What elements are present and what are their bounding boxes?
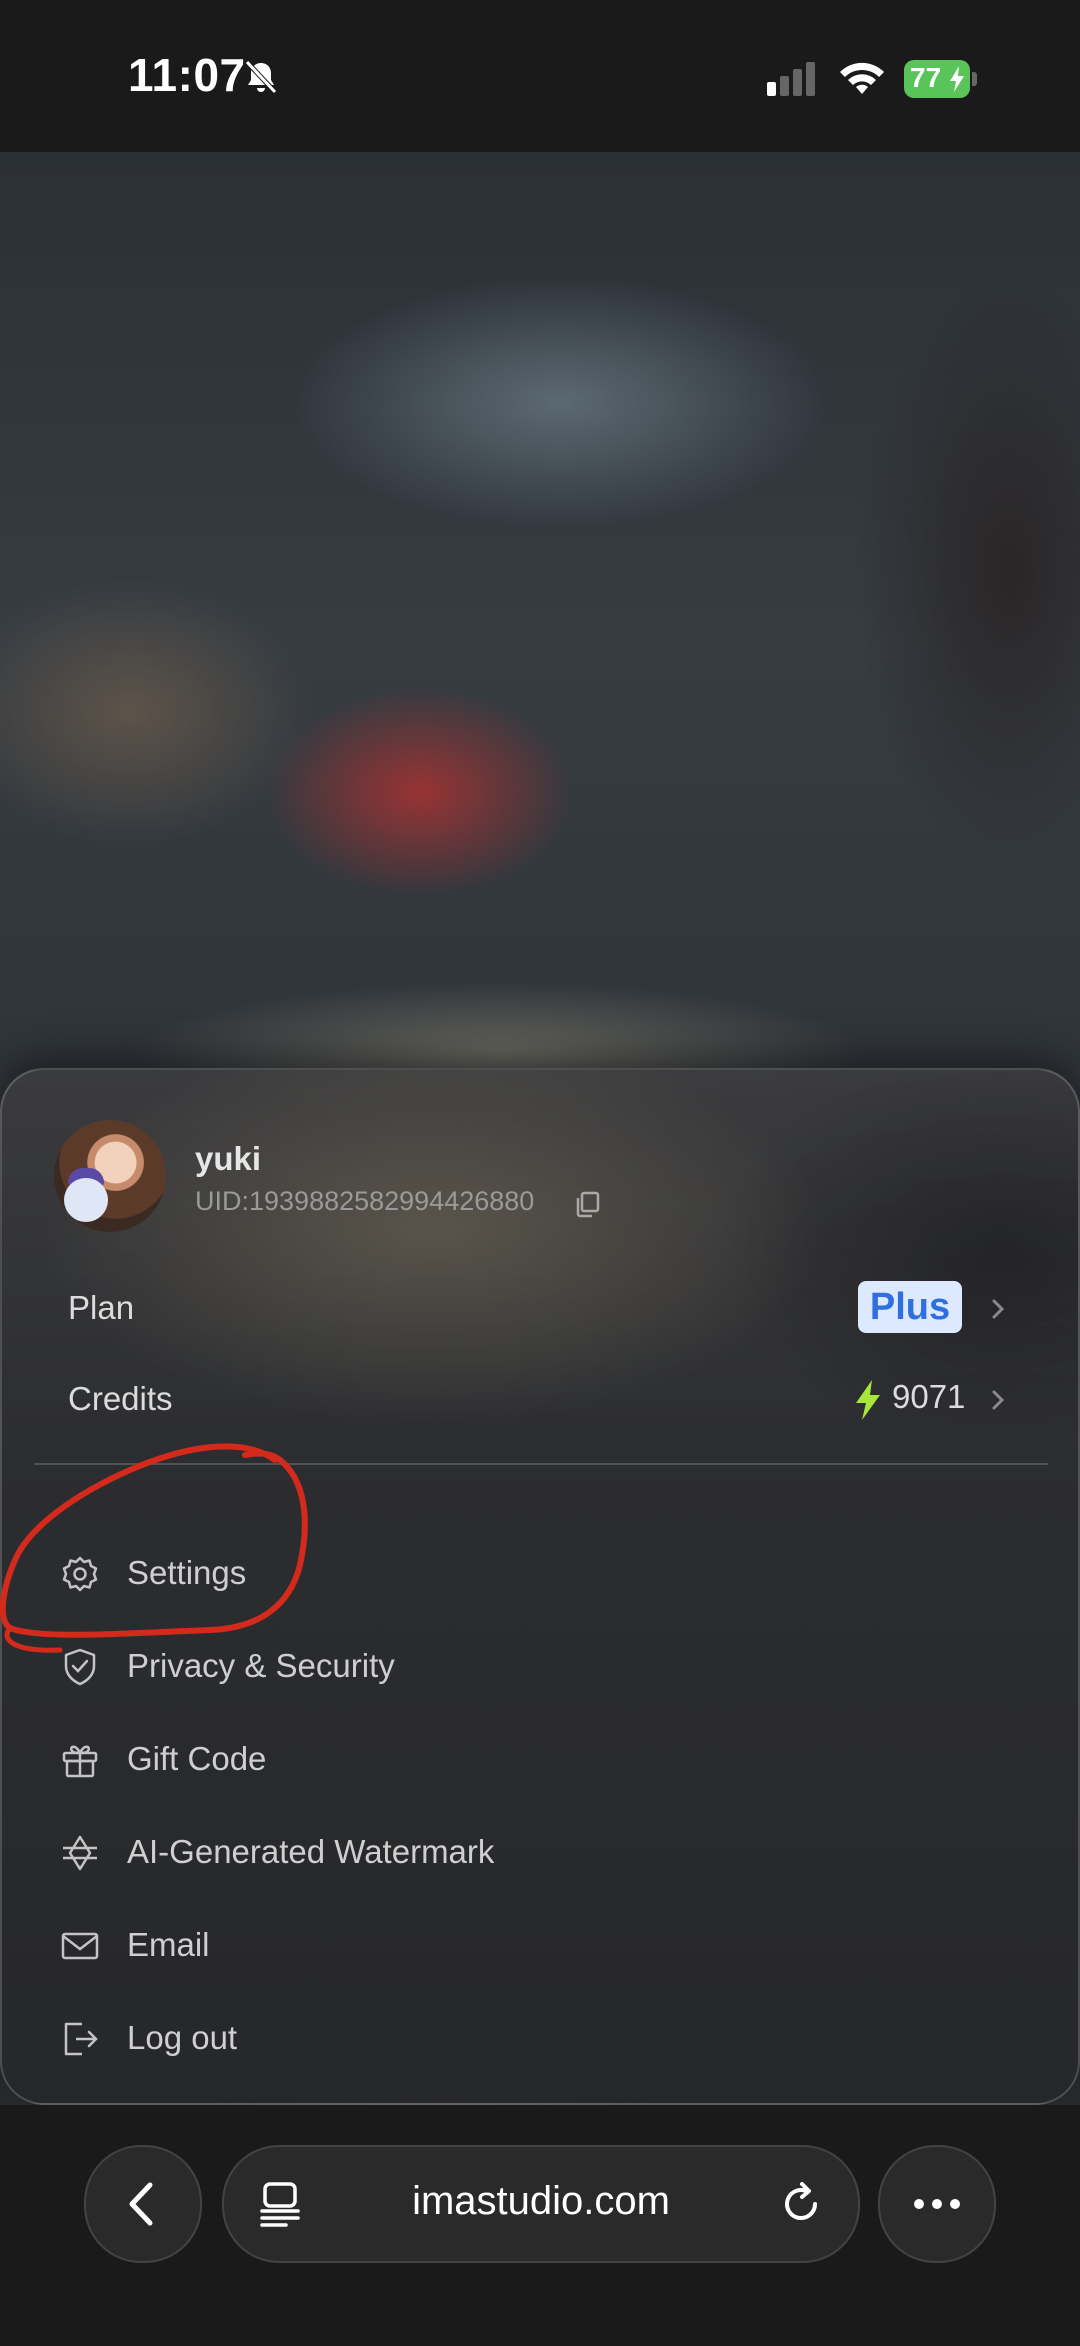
plan-row[interactable]: Plan Plus xyxy=(2,1269,1078,1349)
plan-badge: Plus xyxy=(858,1281,962,1333)
red-circle-annotation xyxy=(0,1443,308,1653)
back-button[interactable] xyxy=(84,2145,202,2263)
menu-item-log-out[interactable]: Log out xyxy=(2,1999,1078,2079)
username: yuki xyxy=(195,1140,262,1177)
plan-label: Plan xyxy=(68,1289,135,1326)
address-bar[interactable]: imastudio.com xyxy=(222,2145,860,2263)
credits-value: 9071 xyxy=(892,1378,966,1415)
chevron-left-icon xyxy=(129,2182,153,2226)
copy-icon[interactable] xyxy=(574,1190,602,1218)
bell-muted-icon xyxy=(245,60,277,94)
url-text: imastudio.com xyxy=(412,2179,670,2223)
status-time: 11:07 xyxy=(128,49,246,101)
browser-toolbar: imastudio.com xyxy=(0,2105,1080,2346)
charging-bolt-icon xyxy=(950,66,964,92)
watermark-icon xyxy=(63,1835,97,1871)
menu-item-gift-code[interactable]: Gift Code xyxy=(2,1720,1078,1800)
menu-label-gift-code: Gift Code xyxy=(127,1740,267,1777)
status-bar: 11:07 77 xyxy=(0,0,1080,152)
credits-label: Credits xyxy=(68,1380,173,1417)
wifi-icon xyxy=(840,62,884,94)
ellipsis-icon xyxy=(914,2199,960,2209)
lightning-icon xyxy=(856,1380,880,1420)
more-button[interactable] xyxy=(878,2145,996,2263)
logout-icon xyxy=(64,2022,98,2056)
gift-icon xyxy=(62,1745,98,1778)
mail-icon xyxy=(61,1932,99,1960)
chevron-right-icon xyxy=(992,1299,1005,1319)
menu-label-ai-watermark: AI-Generated Watermark xyxy=(127,1833,495,1870)
menu-label-email: Email xyxy=(127,1926,210,1963)
reload-icon[interactable] xyxy=(778,2181,824,2227)
menu-item-ai-watermark[interactable]: AI-Generated Watermark xyxy=(2,1813,1078,1893)
avatar[interactable] xyxy=(54,1120,166,1232)
cellular-signal-icon xyxy=(767,62,815,96)
menu-label-log-out: Log out xyxy=(127,2019,238,2056)
user-uid: UID:1939882582994426880 xyxy=(195,1186,535,1216)
menu-item-email[interactable]: Email xyxy=(2,1906,1078,1986)
credits-row[interactable]: Credits 9071 xyxy=(2,1360,1078,1440)
chevron-right-icon xyxy=(992,1390,1005,1410)
battery-level: 77 xyxy=(910,62,942,93)
battery-indicator: 77 xyxy=(904,60,977,98)
